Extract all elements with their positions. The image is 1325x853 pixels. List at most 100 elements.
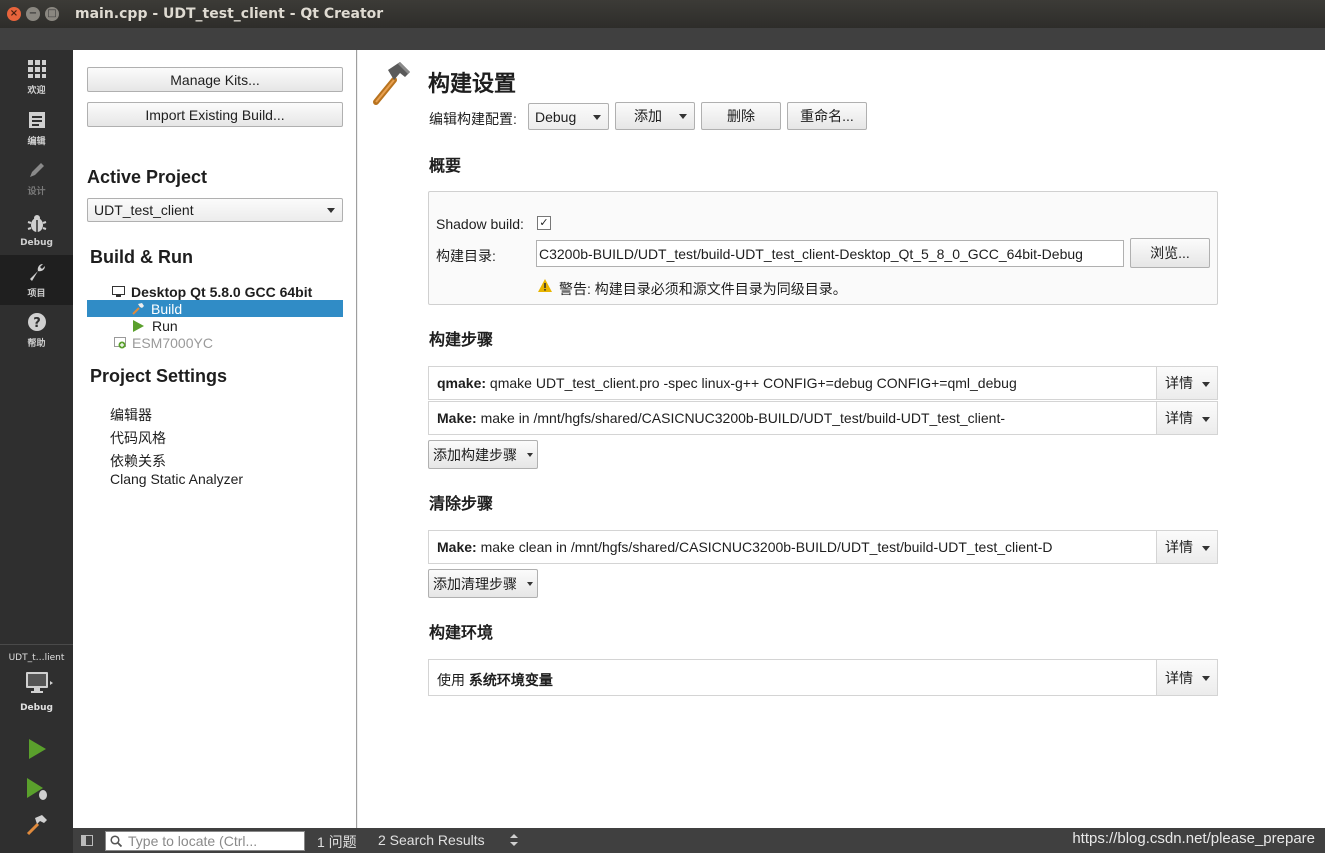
- target-project-name: UDT_t…lient: [8, 653, 65, 663]
- target-selector[interactable]: UDT_t…lient Debug: [0, 644, 73, 719]
- general-section-title: 概要: [429, 156, 462, 175]
- locator-placeholder: Type to locate (Ctrl...: [128, 833, 258, 849]
- tree-item-run[interactable]: Run: [132, 317, 178, 334]
- details-button[interactable]: 详情: [1156, 659, 1218, 696]
- search-results-pane-button[interactable]: 2 Search Results: [378, 832, 485, 848]
- build-config-value: Debug: [535, 108, 577, 125]
- edit-build-config-label: 编辑构建配置:: [429, 111, 517, 127]
- add-kit-icon: [114, 336, 126, 349]
- active-project-heading: Active Project: [87, 167, 208, 187]
- mode-help[interactable]: ? 帮助: [0, 305, 73, 355]
- window-title: main.cpp - UDT_test_client - Qt Creator: [75, 6, 384, 22]
- window-close-button[interactable]: ×: [7, 7, 21, 21]
- search-icon: [110, 835, 122, 847]
- mode-edit[interactable]: 编辑: [0, 103, 73, 153]
- build-step-make[interactable]: Make: make in /mnt/hgfs/shared/CASICNUC3…: [428, 401, 1218, 435]
- mode-label: 帮助: [27, 339, 46, 349]
- step-name: qmake:: [437, 375, 487, 391]
- chevron-down-icon: [679, 114, 687, 119]
- settings-item-dependencies[interactable]: 依赖关系: [110, 451, 166, 471]
- chevron-down-icon: [527, 452, 533, 457]
- manage-kits-button[interactable]: Manage Kits...: [87, 67, 343, 92]
- details-button[interactable]: 详情: [1156, 366, 1218, 400]
- mode-label: 设计: [27, 187, 46, 197]
- grid-icon: [26, 58, 48, 80]
- kit-name: ESM7000YC: [132, 334, 213, 351]
- settings-item-clang-static-analyzer[interactable]: Clang Static Analyzer: [110, 471, 243, 487]
- step-name: Make:: [437, 539, 477, 555]
- chevron-down-icon: [327, 208, 335, 213]
- window-minimize-button[interactable]: −: [26, 7, 40, 21]
- window-titlebar: × − □ main.cpp - UDT_test_client - Qt Cr…: [0, 0, 1325, 28]
- step-summary: qmake UDT_test_client.pro -spec linux-g+…: [486, 375, 1017, 391]
- step-summary: make clean in /mnt/hgfs/shared/CASICNUC3…: [476, 539, 1053, 555]
- build-dir-input[interactable]: C3200b-BUILD/UDT_test/build-UDT_test_cli…: [536, 240, 1124, 267]
- mode-welcome[interactable]: 欢迎: [0, 52, 73, 102]
- step-name: Make:: [437, 410, 477, 426]
- bug-icon: [26, 213, 48, 235]
- hammer-icon: [132, 302, 145, 315]
- build-button[interactable]: [24, 812, 50, 838]
- active-project-combo[interactable]: UDT_test_client: [87, 198, 343, 222]
- tree-item-build[interactable]: Build: [132, 300, 182, 317]
- build-step-qmake[interactable]: qmake: qmake UDT_test_client.pro -spec l…: [428, 366, 1218, 400]
- settings-item-code-style[interactable]: 代码风格: [110, 428, 166, 448]
- environment-value: 系统环境变量: [468, 672, 553, 688]
- build-config-combo[interactable]: Debug: [528, 103, 609, 130]
- mode-label: 项目: [27, 289, 46, 299]
- details-label: 详情: [1165, 376, 1193, 392]
- project-settings-heading: Project Settings: [90, 366, 228, 386]
- chevron-down-icon: [1202, 417, 1210, 422]
- import-existing-build-button[interactable]: Import Existing Build...: [87, 102, 343, 127]
- toolbar-strip: [73, 28, 1325, 50]
- mode-debug[interactable]: Debug: [0, 205, 73, 255]
- kit-esm7000yc[interactable]: ESM7000YC: [114, 334, 213, 351]
- target-config-name: Debug: [20, 703, 53, 713]
- settings-item-editor[interactable]: 编辑器: [110, 405, 152, 425]
- details-label: 详情: [1165, 670, 1193, 687]
- monitor-icon: [112, 285, 125, 298]
- shadow-build-checkbox[interactable]: ✓: [537, 216, 551, 230]
- debug-play-icon: [27, 778, 47, 800]
- shadow-build-label: Shadow build:: [436, 216, 524, 232]
- delete-config-button[interactable]: 删除: [701, 102, 781, 130]
- mode-label: 编辑: [27, 137, 46, 147]
- status-bar: Type to locate (Ctrl... 1 问题 2 Search Re…: [73, 828, 1325, 853]
- chevron-down-icon: [1202, 546, 1210, 551]
- add-build-step-label: 添加构建步骤: [433, 446, 517, 463]
- pane-chooser-icon[interactable]: [509, 833, 519, 850]
- browse-button[interactable]: 浏览...: [1130, 238, 1210, 268]
- kit-desktop-qt[interactable]: Desktop Qt 5.8.0 GCC 64bit: [112, 283, 312, 300]
- run-button[interactable]: [24, 736, 50, 762]
- watermark-text: https://blog.csdn.net/please_prepare: [1072, 830, 1315, 847]
- document-icon: [26, 109, 48, 131]
- window-maximize-button[interactable]: □: [45, 7, 59, 21]
- add-config-button[interactable]: 添加: [615, 102, 695, 130]
- active-project-value: UDT_test_client: [94, 202, 194, 218]
- play-icon: [29, 739, 46, 759]
- warning-icon: [538, 279, 552, 296]
- hammer-icon: [26, 815, 47, 836]
- locator-input[interactable]: Type to locate (Ctrl...: [105, 831, 305, 851]
- issues-pane-button[interactable]: 1 问题: [317, 832, 357, 852]
- page-title: 构建设置: [428, 72, 517, 97]
- build-environment-row[interactable]: 使用 系统环境变量 详情: [428, 659, 1218, 696]
- chevron-down-icon: [593, 114, 601, 120]
- add-build-step-button[interactable]: 添加构建步骤: [428, 440, 538, 469]
- clean-step-make[interactable]: Make: make clean in /mnt/hgfs/shared/CAS…: [428, 530, 1218, 564]
- svg-text:?: ?: [33, 316, 41, 331]
- add-clean-step-button[interactable]: 添加清理步骤: [428, 569, 538, 598]
- mode-label: 欢迎: [27, 86, 46, 96]
- help-icon: ?: [26, 311, 48, 333]
- rename-config-button[interactable]: 重命名...: [787, 102, 867, 130]
- add-clean-step-label: 添加清理步骤: [433, 575, 517, 592]
- toggle-sidebar-icon[interactable]: [81, 835, 93, 846]
- debug-run-button[interactable]: [24, 776, 50, 802]
- mode-projects[interactable]: 项目: [0, 255, 73, 305]
- add-config-label: 添加: [634, 108, 662, 124]
- details-button[interactable]: 详情: [1156, 401, 1218, 435]
- tree-item-label: Build: [151, 300, 183, 317]
- details-button[interactable]: 详情: [1156, 530, 1218, 564]
- build-dir-label: 构建目录:: [436, 248, 496, 264]
- mode-design[interactable]: 设计: [0, 153, 73, 203]
